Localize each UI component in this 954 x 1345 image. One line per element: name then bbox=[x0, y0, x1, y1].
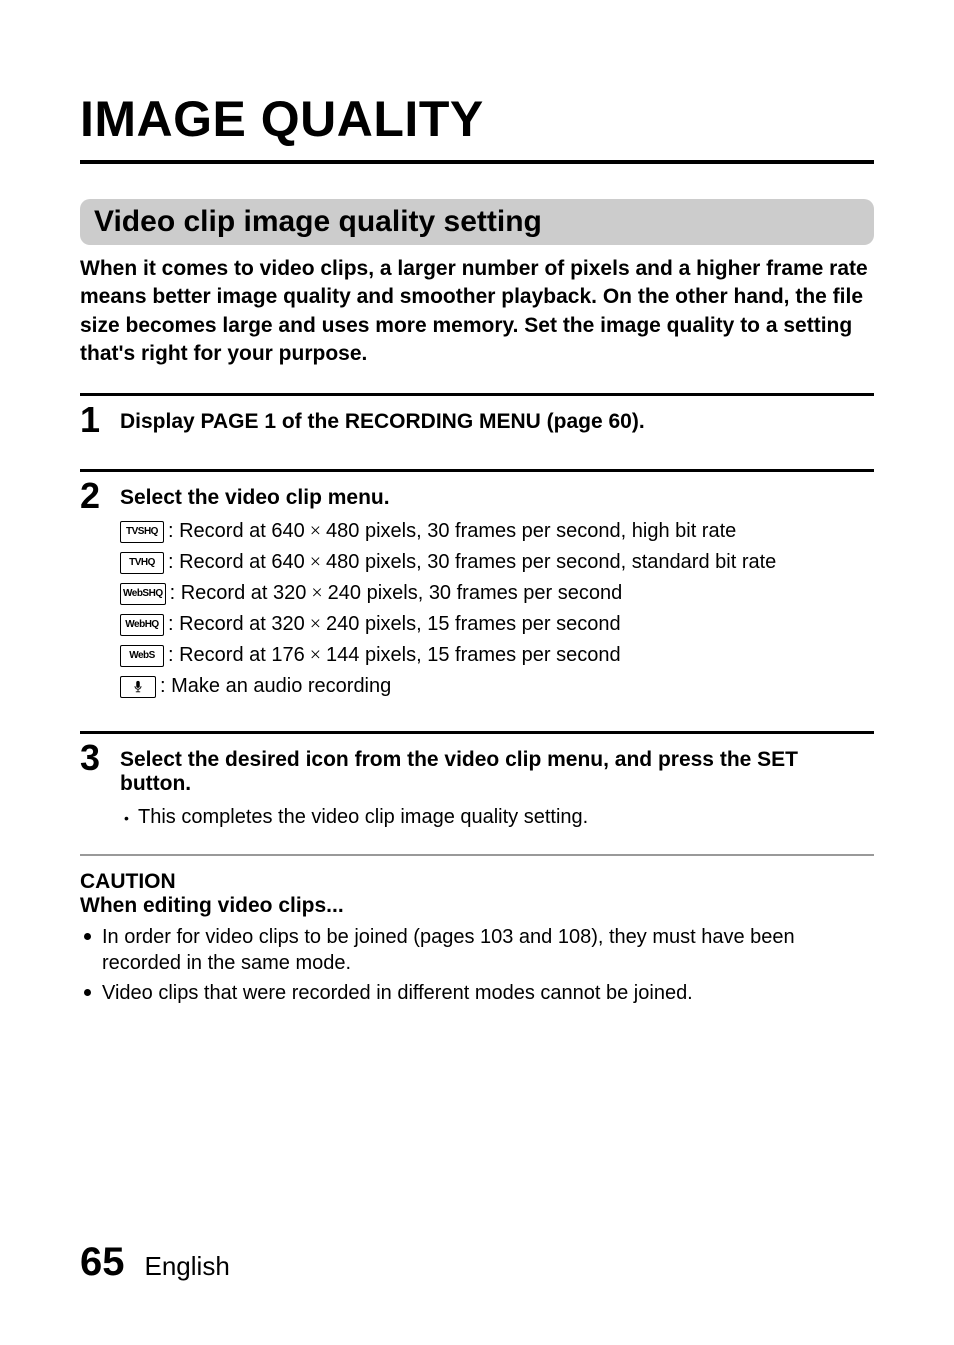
step-1: 1 Display PAGE 1 of the RECORDING MENU (… bbox=[80, 393, 874, 444]
option-webs: WebS : Record at 176 × 144 pixels, 15 fr… bbox=[120, 644, 874, 667]
caution-bullets: In order for video clips to be joined (p… bbox=[80, 924, 874, 1006]
option-text: : Record at 176 × 144 pixels, 15 frames … bbox=[168, 644, 621, 667]
option-text: : Record at 640 × 480 pixels, 30 frames … bbox=[168, 551, 776, 574]
option-text: : Record at 640 × 480 pixels, 30 frames … bbox=[168, 520, 736, 543]
option-tvshq: TVSHQ : Record at 640 × 480 pixels, 30 f… bbox=[120, 520, 874, 543]
caution-bullet-1: In order for video clips to be joined (p… bbox=[80, 924, 874, 976]
option-text: : Make an audio recording bbox=[160, 675, 391, 698]
step-1-heading: Display PAGE 1 of the RECORDING MENU (pa… bbox=[120, 410, 874, 434]
caution-title: CAUTION bbox=[80, 870, 874, 894]
caution-subtitle: When editing video clips... bbox=[80, 894, 874, 918]
caution-bullet-2: Video clips that were recorded in differ… bbox=[80, 980, 874, 1006]
step-2: 2 Select the video clip menu. TVSHQ : Re… bbox=[80, 469, 874, 706]
mode-icon-webhq: WebHQ bbox=[120, 614, 164, 636]
mode-icon-tvhq: TVHQ bbox=[120, 552, 164, 574]
step-number-3: 3 bbox=[80, 740, 120, 776]
microphone-icon bbox=[120, 676, 156, 698]
option-text: : Record at 320 × 240 pixels, 15 frames … bbox=[168, 613, 621, 636]
lead-paragraph: When it comes to video clips, a larger n… bbox=[80, 255, 874, 368]
mode-icon-tvshq: TVSHQ bbox=[120, 521, 164, 543]
step-3-heading: Select the desired icon from the video c… bbox=[120, 748, 874, 796]
mode-icon-webs: WebS bbox=[120, 645, 164, 667]
option-tvhq: TVHQ : Record at 640 × 480 pixels, 30 fr… bbox=[120, 551, 874, 574]
step-2-heading: Select the video clip menu. bbox=[120, 486, 874, 510]
option-audio: : Make an audio recording bbox=[120, 675, 874, 698]
page-title: IMAGE QUALITY bbox=[80, 90, 874, 148]
caution-divider bbox=[80, 854, 874, 856]
page-language: English bbox=[145, 1251, 230, 1282]
page-footer: 65 English bbox=[80, 1240, 230, 1285]
step-number-1: 1 bbox=[80, 402, 120, 438]
option-webshq: WebSHQ : Record at 320 × 240 pixels, 30 … bbox=[120, 582, 874, 605]
section-header: Video clip image quality setting bbox=[80, 199, 874, 245]
step-3: 3 Select the desired icon from the video… bbox=[80, 731, 874, 829]
step-number-2: 2 bbox=[80, 478, 120, 514]
option-list: TVSHQ : Record at 640 × 480 pixels, 30 f… bbox=[120, 520, 874, 698]
step-3-bullet: This completes the video clip image qual… bbox=[120, 806, 874, 829]
option-webhq: WebHQ : Record at 320 × 240 pixels, 15 f… bbox=[120, 613, 874, 636]
option-text: : Record at 320 × 240 pixels, 30 frames … bbox=[170, 582, 623, 605]
page-number: 65 bbox=[80, 1240, 125, 1285]
mode-icon-webshq: WebSHQ bbox=[120, 583, 166, 605]
title-underline bbox=[80, 160, 874, 164]
